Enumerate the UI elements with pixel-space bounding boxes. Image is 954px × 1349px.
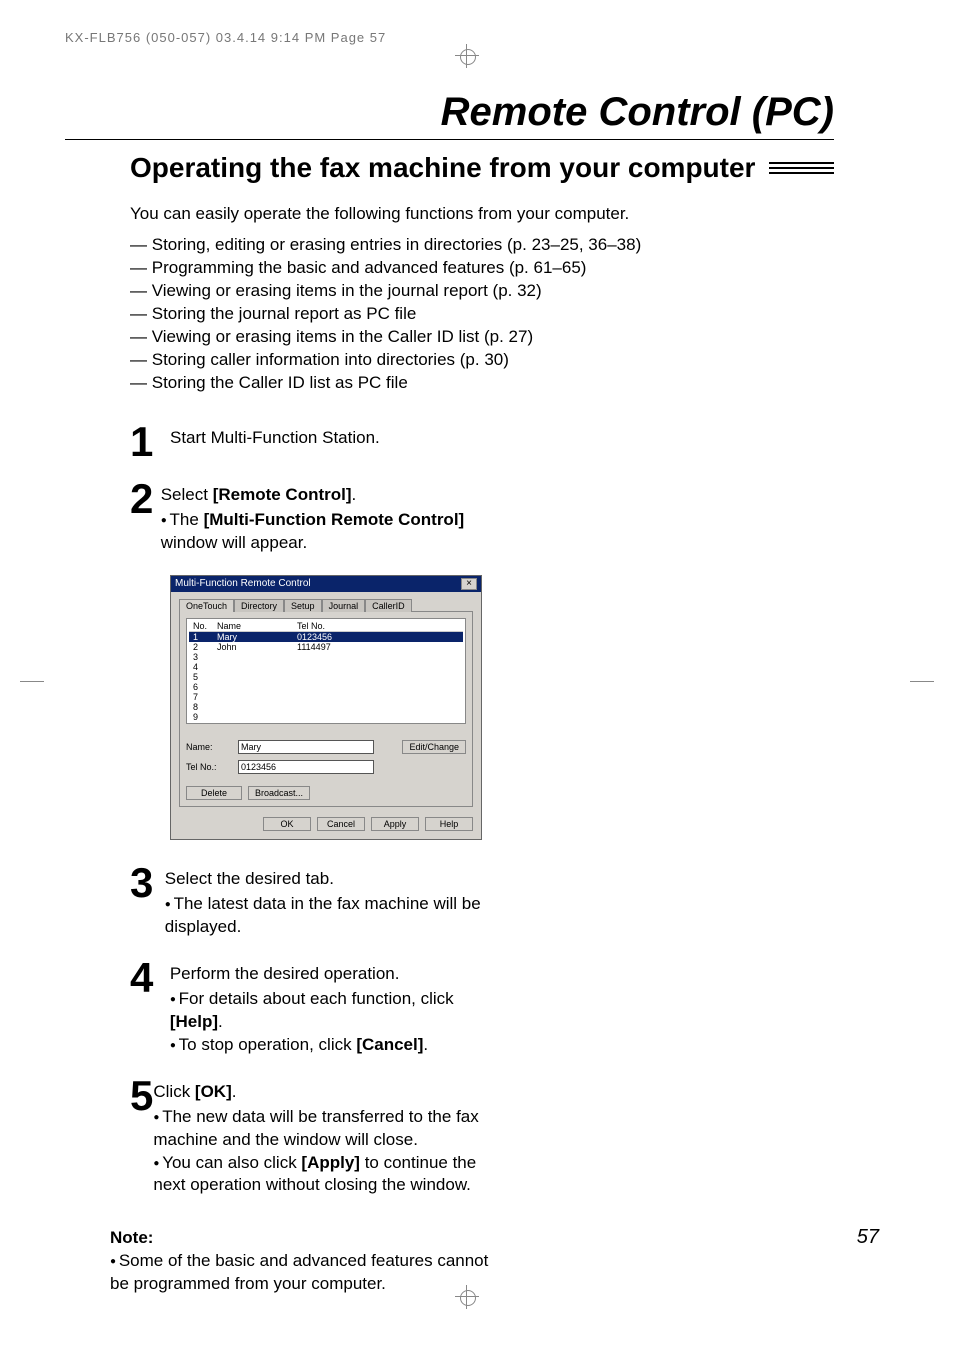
table-row[interactable]: 5 [189, 672, 463, 682]
ok-button[interactable]: OK [263, 817, 311, 831]
table-row[interactable]: 8 [189, 702, 463, 712]
steps-column: 1 Start Multi-Function Station. 2 Select… [130, 423, 510, 556]
tab-journal[interactable]: Journal [322, 599, 366, 612]
telno-input[interactable] [238, 760, 374, 774]
step-text: Click [OK]. The new data will be transfe… [153, 1077, 510, 1198]
table-row[interactable]: 4 [189, 662, 463, 672]
cancel-button[interactable]: Cancel [317, 817, 365, 831]
page-number: 57 [857, 1226, 879, 1249]
step-number: 2 [130, 480, 161, 555]
feature-list: Storing, editing or erasing entries in d… [130, 234, 904, 395]
tab-panel: No. Name Tel No. 1Mary0123456 2John11144… [179, 611, 473, 807]
step-text: Start Multi-Function Station. [170, 423, 380, 461]
step-bullet: For details about each function, click [… [170, 988, 510, 1034]
section-heading-row: Operating the fax machine from your comp… [130, 152, 834, 184]
table-row[interactable]: 7 [189, 692, 463, 702]
tab-strip: OneTouch Directory Setup Journal CallerI… [179, 598, 473, 611]
section-heading: Operating the fax machine from your comp… [130, 152, 755, 184]
step-2: 2 Select [Remote Control]. The [Multi-Fu… [130, 480, 510, 555]
step-bullet: To stop operation, click [Cancel]. [170, 1034, 510, 1057]
broadcast-button[interactable]: Broadcast... [248, 786, 310, 800]
step-number: 3 [130, 864, 165, 939]
tab-setup[interactable]: Setup [284, 599, 322, 612]
note-title: Note: [110, 1227, 510, 1250]
feature-item: Storing the journal report as PC file [130, 303, 904, 326]
manual-page: KX-FLB756 (050-057) 03.4.14 9:14 PM Page… [0, 0, 954, 1349]
registration-mark-left [20, 670, 44, 694]
step-number: 5 [130, 1077, 153, 1198]
close-icon[interactable]: × [461, 578, 477, 590]
step-bullet: You can also click [Apply] to continue t… [153, 1152, 510, 1198]
edit-change-button[interactable]: Edit/Change [402, 740, 466, 754]
registration-mark-top [455, 44, 479, 68]
intro-paragraph: You can easily operate the following fun… [130, 204, 904, 224]
window-titlebar[interactable]: Multi-Function Remote Control × [171, 576, 481, 592]
feature-item: Programming the basic and advanced featu… [130, 257, 904, 280]
step-bullet: The latest data in the fax machine will … [165, 893, 510, 939]
table-row[interactable]: 10 [189, 722, 463, 724]
print-header: KX-FLB756 (050-057) 03.4.14 9:14 PM Page… [65, 30, 904, 45]
table-row[interactable]: 9 [189, 712, 463, 722]
step-bullet: The [Multi-Function Remote Control] wind… [161, 509, 510, 555]
feature-item: Storing the Caller ID list as PC file [130, 372, 904, 395]
note-item: Some of the basic and advanced features … [110, 1250, 510, 1296]
step-4: 4 Perform the desired operation. For det… [130, 959, 510, 1057]
step-text: Perform the desired operation. For detai… [170, 959, 510, 1057]
table-row[interactable]: 1Mary0123456 [189, 632, 463, 642]
step-number: 4 [130, 959, 170, 1057]
step-1: 1 Start Multi-Function Station. [130, 423, 510, 461]
step-text: Select the desired tab. The latest data … [165, 864, 510, 939]
steps-column-cont: 3 Select the desired tab. The latest dat… [130, 864, 510, 1197]
table-row[interactable]: 3 [189, 652, 463, 662]
telno-label: Tel No.: [186, 762, 238, 772]
step-3: 3 Select the desired tab. The latest dat… [130, 864, 510, 939]
entries-grid[interactable]: No. Name Tel No. 1Mary0123456 2John11144… [186, 618, 466, 724]
step-text: Select [Remote Control]. The [Multi-Func… [161, 480, 510, 555]
step-bullet: The new data will be transferred to the … [153, 1106, 510, 1152]
feature-item: Storing caller information into director… [130, 349, 904, 372]
feature-item: Viewing or erasing items in the journal … [130, 280, 904, 303]
remote-control-window: Multi-Function Remote Control × OneTouch… [170, 575, 482, 840]
registration-mark-bottom [455, 1285, 479, 1309]
heading-rule-icon [769, 162, 834, 174]
name-input[interactable] [238, 740, 374, 754]
tab-onetouch[interactable]: OneTouch [179, 599, 234, 612]
note-block: Note: Some of the basic and advanced fea… [110, 1227, 510, 1296]
grid-header: No. Name Tel No. [189, 621, 463, 632]
registration-mark-right [910, 670, 934, 694]
feature-item: Viewing or erasing items in the Caller I… [130, 326, 904, 349]
feature-item: Storing, editing or erasing entries in d… [130, 234, 904, 257]
delete-button[interactable]: Delete [186, 786, 242, 800]
help-button[interactable]: Help [425, 817, 473, 831]
step-number: 1 [130, 423, 170, 461]
step-5: 5 Click [OK]. The new data will be trans… [130, 1077, 510, 1198]
table-row[interactable]: 6 [189, 682, 463, 692]
name-label: Name: [186, 742, 238, 752]
page-title: Remote Control (PC) [65, 90, 834, 140]
tab-directory[interactable]: Directory [234, 599, 284, 612]
window-title-text: Multi-Function Remote Control [175, 578, 311, 590]
tab-callerid[interactable]: CallerID [365, 599, 412, 612]
table-row[interactable]: 2John1114497 [189, 642, 463, 652]
apply-button[interactable]: Apply [371, 817, 419, 831]
